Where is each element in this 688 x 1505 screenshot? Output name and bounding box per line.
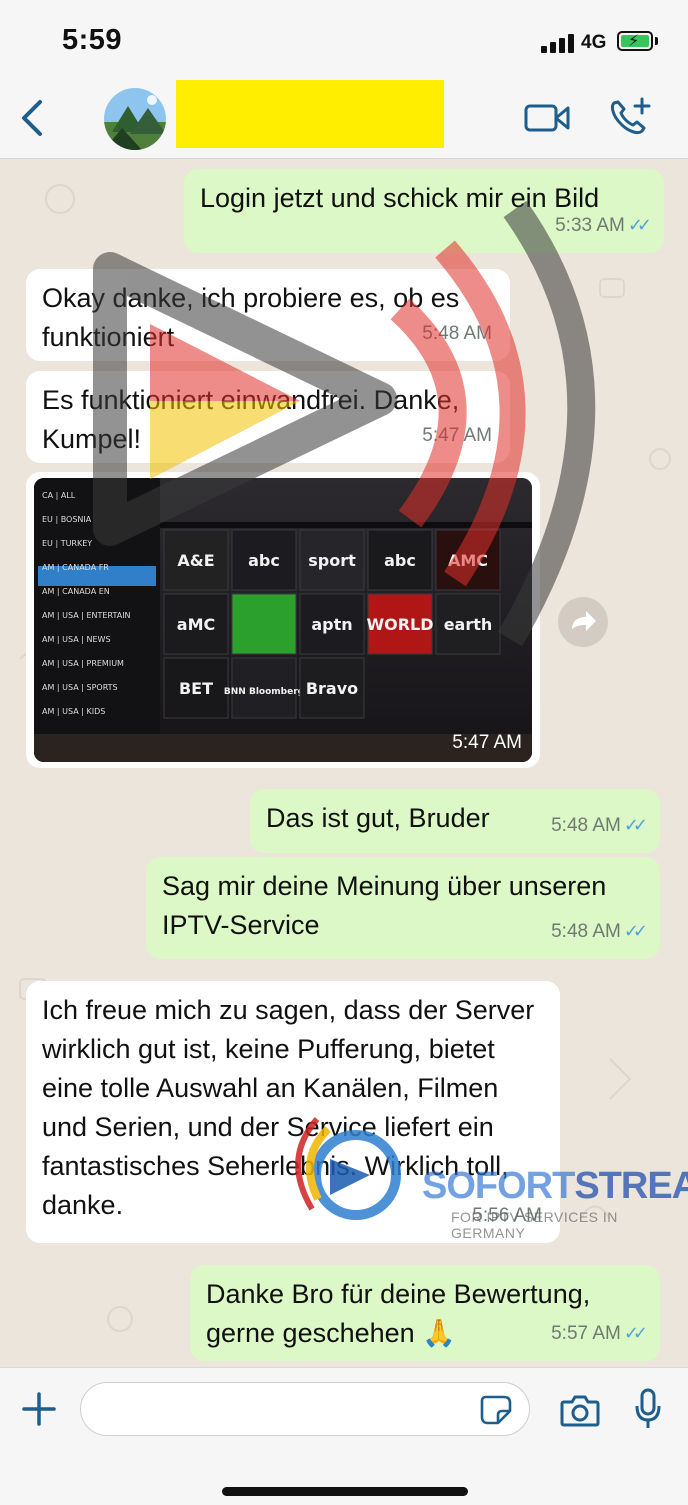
contact-avatar[interactable]	[104, 88, 166, 150]
brand-part-2: STREAM	[574, 1165, 688, 1207]
tv-menu-item: AM | USA | ENTERTAIN	[42, 611, 131, 620]
tv-menu-item: AM | USA | SPORTS	[42, 683, 118, 692]
read-ticks-icon: ✓✓	[623, 1323, 648, 1343]
home-indicator	[222, 1487, 468, 1496]
message-meta: 5:48 AM ✓✓	[551, 806, 648, 845]
tv-menu-item: AM | USA | PREMIUM	[42, 659, 124, 668]
chat-area[interactable]: Login jetzt und schick mir ein Bild 5:33…	[0, 159, 688, 1367]
message-bubble-outgoing[interactable]: Sag mir deine Meinung über unseren IPTV-…	[146, 857, 660, 959]
tv-menu-item: AM | USA | KIDS	[42, 707, 105, 716]
channel-tile: AMC	[435, 529, 501, 591]
composer-bar	[0, 1367, 688, 1505]
message-time: 5:33 AM	[555, 215, 625, 236]
channel-label: BNN Bloomberg	[224, 687, 304, 697]
channel-tile: BET	[163, 657, 229, 719]
read-ticks-icon: ✓✓	[627, 215, 652, 235]
status-bar: 5:59 4G ⚡	[0, 0, 688, 80]
read-ticks-icon: ✓✓	[623, 815, 648, 835]
message-time: 5:48 AM	[551, 815, 621, 836]
chat-header	[0, 80, 688, 159]
battery-tip	[655, 37, 658, 45]
back-chevron-icon[interactable]	[18, 96, 48, 140]
channel-tile: Bravo	[299, 657, 365, 719]
message-bubble-outgoing[interactable]: Danke Bro für deine Bewertung, gerne ges…	[190, 1265, 660, 1361]
message-input[interactable]	[80, 1382, 530, 1436]
camera-icon[interactable]	[560, 1392, 600, 1428]
brand-part-1: SOFORT	[422, 1165, 575, 1207]
video-call-icon[interactable]	[524, 102, 570, 134]
channel-tile: BNN Bloomberg	[224, 657, 304, 719]
tv-menu-item: EU | BOSNIA	[42, 515, 92, 524]
channel-label: abc	[248, 551, 280, 570]
message-meta: 5:57 AM ✓✓	[551, 1314, 648, 1353]
channel-label: BET	[179, 679, 213, 698]
channel-tile: aptn	[299, 593, 365, 655]
tv-menu-item: AM | CANADA EN	[42, 587, 110, 596]
message-time: 5:47 AM	[452, 732, 522, 753]
watermark-tagline: FOR IPTV SERVICES IN GERMANY	[451, 1209, 618, 1241]
channel-label: aptn	[311, 615, 352, 634]
message-bubble-incoming[interactable]: Okay danke, ich probiere es, ob es funkt…	[26, 269, 510, 361]
watermark-brand: SOFORTSTREAM	[422, 1165, 688, 1208]
message-time: 5:57 AM	[551, 1323, 621, 1344]
network-type: 4G	[581, 32, 607, 53]
tv-menu-item: CA | ALL	[42, 491, 76, 500]
channel-label: earth	[444, 615, 493, 634]
tv-screenshot-image[interactable]: CA | ALL EU | BOSNIA EU | TURKEY AM | CANAD…	[34, 478, 532, 762]
channel-tile: A&E	[163, 529, 229, 591]
image-message[interactable]: CA | ALL EU | BOSNIA EU | TURKEY AM | CANAD…	[26, 472, 540, 768]
message-meta: 5:33 AM ✓✓	[555, 206, 652, 245]
tv-menu-item: AM | CANADA FR	[42, 563, 109, 572]
message-bubble-incoming[interactable]: Es funktioniert einwandfrei. Danke, Kump…	[26, 371, 510, 463]
tv-menu-item: EU | TURKEY	[42, 539, 92, 548]
channel-label: AMC	[448, 551, 488, 570]
channel-label: aMC	[177, 615, 215, 634]
channel-tile: aMC	[163, 593, 229, 655]
forward-icon[interactable]	[558, 597, 608, 647]
channel-label: Bravo	[306, 679, 358, 698]
channel-label: WORLD	[366, 615, 433, 634]
message-time: 5:48 AM	[422, 323, 492, 344]
attach-plus-icon[interactable]	[20, 1390, 58, 1428]
message-time: 5:47 AM	[422, 425, 492, 446]
microphone-icon[interactable]	[634, 1388, 662, 1430]
signal-strength-icon	[541, 33, 575, 53]
read-ticks-icon: ✓✓	[623, 921, 648, 941]
message-time: 5:48 AM	[551, 921, 621, 942]
channel-tile: sport	[299, 529, 365, 591]
message-bubble-outgoing[interactable]: Login jetzt und schick mir ein Bild 5:33…	[184, 169, 664, 253]
channel-tile: WORLD	[366, 593, 434, 655]
sticker-icon[interactable]	[480, 1395, 512, 1425]
channel-tile: abc	[231, 529, 297, 591]
message-bubble-outgoing[interactable]: Das ist gut, Bruder 5:48 AM ✓✓	[250, 789, 660, 853]
message-meta: 5:48 AM ✓✓	[551, 912, 648, 951]
voice-call-plus-icon[interactable]	[608, 97, 652, 137]
status-time: 5:59	[62, 24, 123, 56]
contact-name[interactable]	[176, 80, 444, 148]
channel-label: A&E	[177, 551, 214, 570]
channel-tile: earth	[435, 593, 501, 655]
channel-label: abc	[384, 551, 416, 570]
channel-tile: abc	[367, 529, 433, 591]
channel-label: sport	[308, 551, 356, 570]
battery-icon: ⚡	[617, 31, 653, 51]
iptv-grid-graphic: CA | ALL EU | BOSNIA EU | TURKEY AM | CANAD…	[34, 478, 532, 762]
channel-tile	[231, 593, 297, 655]
tv-menu-item: AM | USA | NEWS	[42, 635, 111, 644]
